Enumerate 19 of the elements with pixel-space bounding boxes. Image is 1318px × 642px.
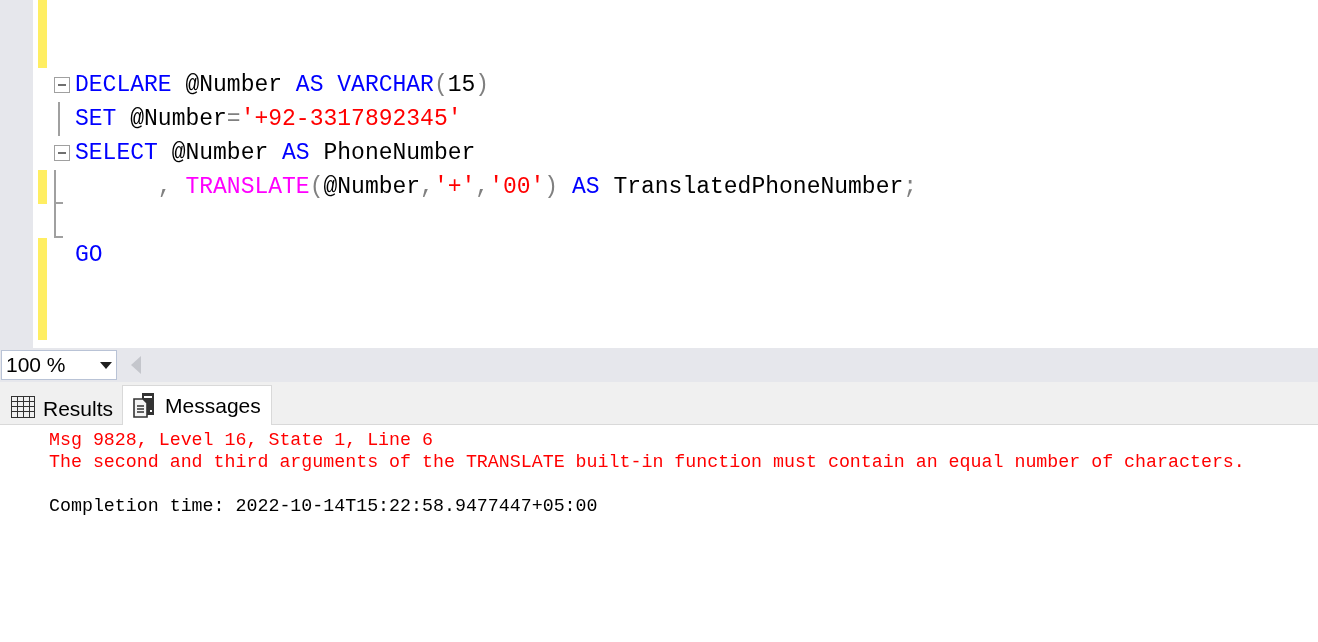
code-line: SELECT @Number AS PhoneNumber — [75, 139, 476, 168]
tab[interactable]: Results — [0, 391, 123, 425]
code-line: , TRANSLATE(@Number,'+','00') AS TranslatedPhoneNumber; — [156, 173, 918, 202]
fold-line — [57, 102, 60, 136]
fold-toggle-icon[interactable] — [54, 76, 70, 94]
code-line: DECLARE @Number AS VARCHAR(15) — [75, 71, 490, 100]
fold-end-line — [54, 170, 63, 204]
fold-toggle-icon[interactable] — [54, 144, 70, 162]
code-line: GO — [75, 241, 103, 270]
error-message: The second and third arguments of the TRANSLATE built-in function must contain an equal number of characters. — [49, 451, 1246, 473]
fold-end-line — [54, 204, 63, 238]
tab[interactable]: Messages — [122, 385, 272, 425]
caret-icon — [100, 361, 112, 369]
grid-icon — [11, 396, 35, 421]
completion-time: Completion time: 2022-10-14T15:22:58.9477447+05:00 — [49, 495, 599, 517]
code-line: SET @Number='+92-3317892345' — [75, 105, 462, 134]
error-message: Msg 9828, Level 16, State 1, Line 6 — [49, 429, 434, 451]
scroll-left-icon — [131, 356, 141, 374]
zoom-dropdown[interactable]: 100 % — [1, 350, 117, 380]
